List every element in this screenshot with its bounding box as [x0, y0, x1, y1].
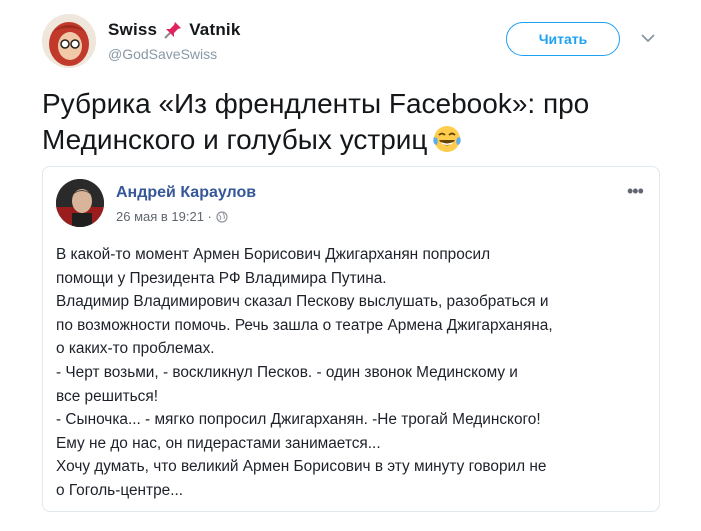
- post-author-name[interactable]: Андрей Караулов: [116, 184, 256, 202]
- author-name[interactable]: Swiss Vatnik: [108, 20, 240, 40]
- post-line: В какой-то момент Армен Борисович Джигар…: [56, 246, 491, 263]
- laughing-tears-emoji-icon: [431, 123, 463, 155]
- post-line: о Гоголь-центре...: [56, 481, 184, 499]
- post-author-avatar[interactable]: [56, 179, 104, 227]
- post-line: о каких-то проблемах.: [56, 340, 215, 358]
- tweet-line-1: Рубрика «Из френдленты Facebook»: про: [42, 88, 590, 119]
- pushpin-icon: [163, 20, 183, 40]
- post-line: помощи у Президента РФ Владимира Путина.: [56, 269, 387, 287]
- follow-button[interactable]: Читать: [506, 22, 620, 56]
- tweet-text: Рубрика «Из френдленты Facebook»: про Ме…: [42, 86, 662, 158]
- author-avatar[interactable]: [42, 14, 96, 68]
- embedded-facebook-post[interactable]: Андрей Караулов 26 мая в 19:21 · ••• В к…: [42, 166, 660, 512]
- post-line: по возможности помочь. Речь зашла о теат…: [56, 316, 553, 334]
- post-meta: 26 мая в 19:21 ·: [116, 209, 228, 224]
- post-line: Владимир Владимирович сказал Пескову выс…: [56, 293, 549, 311]
- post-line: - Сыночка... - мягко попросил Джигарханя…: [56, 411, 541, 429]
- post-line: все решиться!: [56, 387, 158, 405]
- post-line: Хочу думать, что великий Армен Борисович…: [56, 458, 547, 476]
- more-dots-icon[interactable]: •••: [627, 181, 644, 202]
- tweet-line-2-text: Мединского и голубых устриц: [42, 124, 428, 155]
- chevron-down-icon[interactable]: [638, 30, 658, 46]
- globe-icon: [216, 210, 228, 223]
- post-line: - Черт возьми, - воскликнул Песков. - од…: [56, 363, 518, 381]
- author-handle[interactable]: @GodSaveSwiss: [108, 46, 217, 62]
- author-name-last: Vatnik: [189, 20, 241, 39]
- post-body: В какой-то момент Армен Борисович Джигар…: [56, 243, 650, 503]
- post-line: Ему не до нас, он пидерастами занимается…: [56, 434, 381, 452]
- tweet-line-2: Мединского и голубых устриц: [42, 122, 662, 158]
- author-name-first: Swiss: [108, 20, 158, 39]
- post-date[interactable]: 26 мая в 19:21 ·: [116, 209, 212, 224]
